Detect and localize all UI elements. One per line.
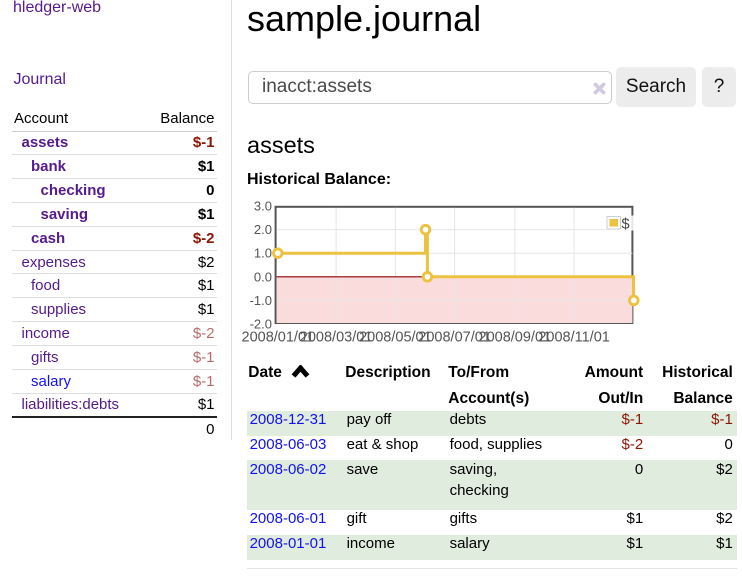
svg-text:2.0: 2.0: [254, 222, 272, 237]
svg-text:$: $: [622, 217, 630, 233]
svg-text:1.0: 1.0: [254, 246, 272, 261]
svg-text:0.0: 0.0: [254, 269, 272, 284]
svg-text:2008/11/01: 2008/11/01: [538, 330, 610, 346]
svg-text:3.0: 3.0: [254, 199, 272, 214]
svg-text:-1.0: -1.0: [250, 293, 272, 308]
